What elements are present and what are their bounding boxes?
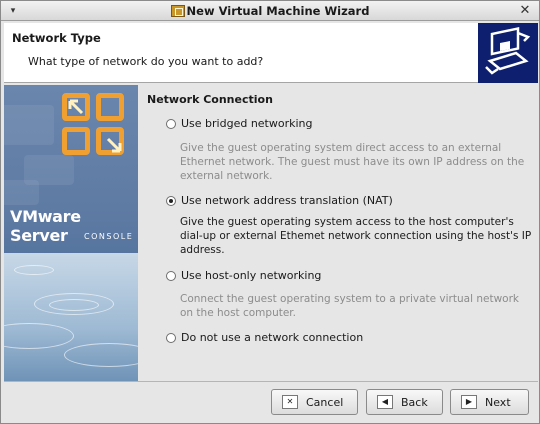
radio-circle[interactable] xyxy=(166,332,176,343)
network-options-panel: Network Connection Use bridged networkin… xyxy=(138,85,538,381)
radio-host-only[interactable]: Use host-only networking xyxy=(166,269,321,282)
network-adapter-icon xyxy=(478,23,538,83)
back-button[interactable]: ◀ Back xyxy=(366,389,443,415)
arrow-left-icon: ◀ xyxy=(377,395,393,409)
radio-circle-selected[interactable] xyxy=(166,195,176,206)
section-title: Network Connection xyxy=(147,93,273,106)
cancel-button-label[interactable]: Cancel xyxy=(306,396,343,409)
close-x-icon: ✕ xyxy=(282,395,298,409)
wizard-window: ▾ New Virtual Machine Wizard ✕ Network T… xyxy=(0,0,540,424)
nat-description: Give the guest operating system access t… xyxy=(180,216,532,256)
vmware-logo-icon xyxy=(62,93,128,159)
button-bar: ✕ Cancel ◀ Back ▶ Next xyxy=(4,381,538,423)
page-subtitle: What type of network do you want to add? xyxy=(28,55,264,68)
radio-nat[interactable]: Use network address translation (NAT) xyxy=(166,194,393,207)
cancel-button[interactable]: ✕ Cancel xyxy=(271,389,358,415)
back-button-label[interactable]: Back xyxy=(401,396,428,409)
host-only-description: Connect the guest operating system to a … xyxy=(180,293,519,319)
arrow-right-icon: ▶ xyxy=(461,395,477,409)
title-bar[interactable]: ▾ New Virtual Machine Wizard ✕ xyxy=(1,1,539,21)
next-button-label[interactable]: Next xyxy=(485,396,511,409)
page-title: Network Type xyxy=(12,31,101,45)
window-title: New Virtual Machine Wizard xyxy=(1,4,539,18)
radio-circle[interactable] xyxy=(166,270,176,281)
radio-bridged[interactable]: Use bridged networking xyxy=(166,117,313,130)
radio-bridged-label[interactable]: Use bridged networking xyxy=(181,117,313,130)
app-icon xyxy=(170,5,185,17)
side-banner: VMware Server CONSOLE xyxy=(4,85,138,381)
radio-host-only-label[interactable]: Use host-only networking xyxy=(181,269,321,282)
next-button[interactable]: ▶ Next xyxy=(450,389,529,415)
water-image xyxy=(4,253,138,381)
radio-circle[interactable] xyxy=(166,118,176,129)
wizard-header: Network Type What type of network do you… xyxy=(4,23,538,83)
close-icon[interactable]: ✕ xyxy=(517,3,533,19)
window-title-text: New Virtual Machine Wizard xyxy=(186,4,370,18)
bridged-description: Give the guest operating system direct a… xyxy=(180,142,525,182)
radio-nat-label[interactable]: Use network address translation (NAT) xyxy=(181,194,393,207)
product-name: CONSOLE xyxy=(84,232,134,241)
radio-no-network[interactable]: Do not use a network connection xyxy=(166,331,363,344)
radio-no-network-label[interactable]: Do not use a network connection xyxy=(181,331,363,344)
